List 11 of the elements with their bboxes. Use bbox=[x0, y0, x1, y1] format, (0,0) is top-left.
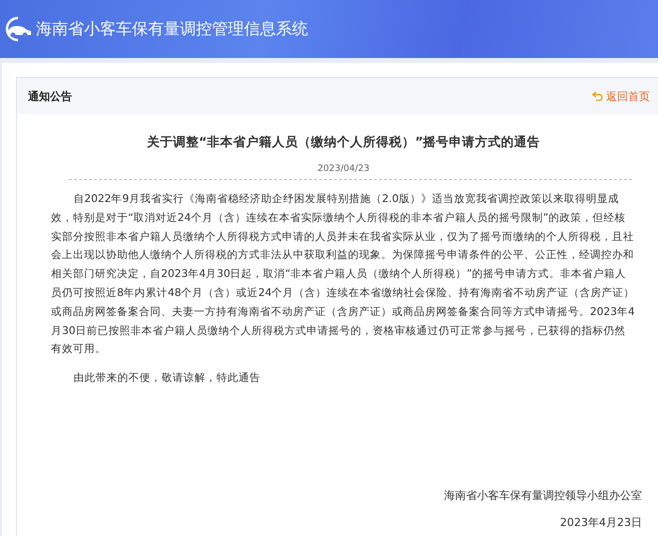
system-title: 海南省小客车保有量调控管理信息系统 bbox=[36, 18, 308, 40]
notice-date: 2023/04/23 bbox=[316, 164, 370, 174]
back-home-link[interactable]: 返回首页 bbox=[592, 88, 650, 104]
panel-title: 通知公告 bbox=[28, 88, 72, 104]
car-logo-icon bbox=[4, 16, 34, 42]
notice-paragraph: 自2022年9月我省实行《海南省稳经济助企纾困发展特别措施（2.0版）》适当放宽我省调控政策以来取得明显成效，特别是对于“取消对近24个月（含）连续在本省实际缴纳个人所得税的非本省户籍人员的摇号限制”的政策，但经核实部分按照非本省户籍人员缴纳个人所得税方式申请的人员并未在我省实际从业，仅为了摇号而缴纳的个人所得税，且社会上出现以协助他人缴纳个人所得税的方式非法从中获取利益的现象。为保障摇号申请条件的公平、公正性，经调控办和相关部门研究决定，自2023年4月30日起，取消“非本省户籍人员（缴纳个人所得税）”的摇号申请方式。非本省户籍人员仍可按照近8年内累计48个月（含）或近24个月（含）连续在本省缴纳社会保险、持有海南省不动房产证（含房产证）或商品房网签备案合同、夫妻一方持有海南省不动房产证（含房产证）或商品房网签备案合同等方式申请摇号。2023年4月30日前已按照非本省户籍人员缴纳个人所得税方式申请摇号的，资格审核通过仍可正常参与摇号，已获得的指标仍然有效可用。 bbox=[51, 192, 636, 358]
return-arrow-icon bbox=[592, 91, 603, 101]
signed-date: 2023年4月23日 bbox=[559, 514, 642, 530]
notice-paragraph: 由此带来的不便，敬请谅解，特此通告 bbox=[72, 371, 262, 386]
notice-title: 关于调整“非本省户籍人员（缴纳个人所得税）”摇号申请方式的通告 bbox=[146, 134, 542, 151]
signature: 海南省小客车保有量调控领导小组办公室 bbox=[443, 488, 642, 503]
